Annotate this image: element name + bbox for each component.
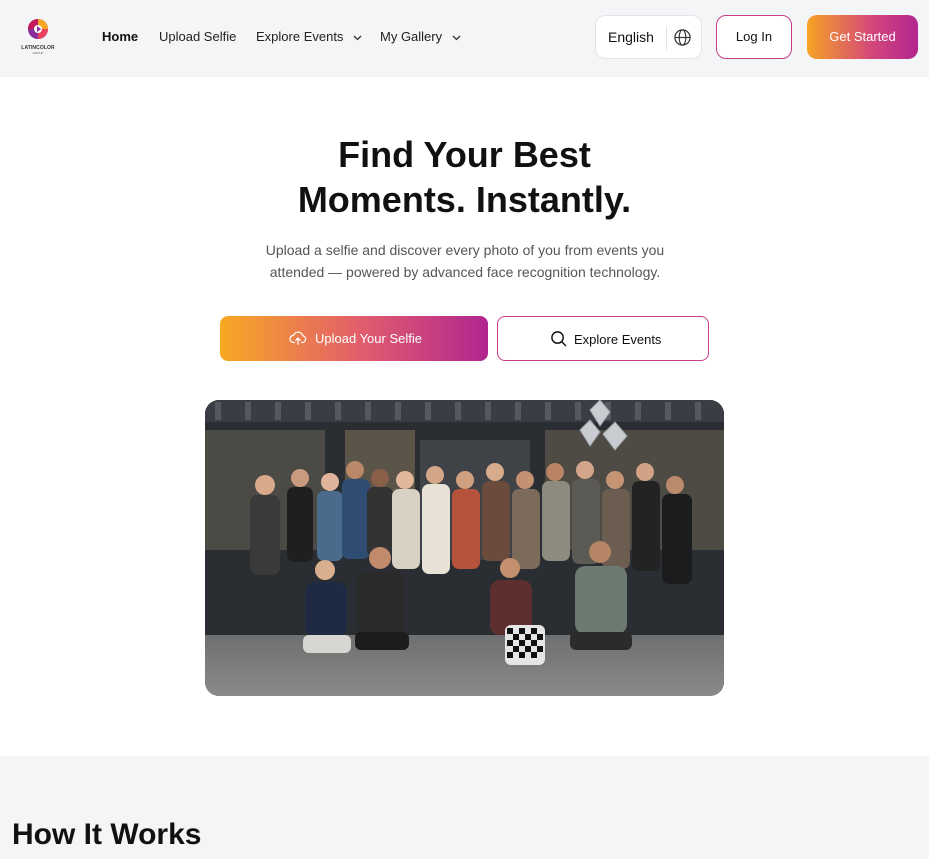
nav-my-gallery-label: My Gallery	[380, 29, 443, 44]
hero-title-line1: Find Your Best	[338, 134, 591, 175]
logo-mark-icon	[28, 19, 48, 39]
how-it-works-title: How It Works	[12, 818, 202, 851]
chevron-down-icon	[353, 35, 362, 40]
language-selector[interactable]: English	[595, 15, 702, 59]
nav-explore-events[interactable]: Explore Events	[256, 29, 362, 44]
top-navbar: LATINCOLOR GROUP Home Upload Selfie Expl…	[0, 0, 929, 77]
nav-upload-selfie[interactable]: Upload Selfie	[159, 29, 236, 44]
nav-my-gallery[interactable]: My Gallery	[380, 29, 461, 44]
globe-icon	[674, 29, 691, 46]
chevron-down-icon	[452, 35, 461, 40]
hero-title-line2: Moments. Instantly.	[297, 179, 632, 220]
get-started-button[interactable]: Get Started	[807, 15, 918, 59]
hero-subtitle: Upload a selfie and discover every photo…	[265, 242, 665, 280]
nav-upload-selfie-label: Upload Selfie	[159, 29, 237, 44]
search-icon	[551, 331, 567, 347]
nav-home-label: Home	[102, 29, 139, 44]
cloud-upload-icon	[289, 331, 307, 345]
upload-selfie-button[interactable]: Upload Your Selfie	[220, 316, 488, 361]
login-button[interactable]: Log In	[716, 15, 792, 59]
brand-logo[interactable]: LATINCOLOR GROUP	[17, 17, 59, 55]
nav-home[interactable]: Home	[102, 29, 138, 44]
language-label: English	[608, 29, 654, 45]
hero-group-photo	[205, 400, 724, 696]
nav-explore-events-label: Explore Events	[256, 29, 344, 44]
how-it-works-section: How It Works	[0, 756, 929, 859]
explore-events-button[interactable]: Explore Events	[497, 316, 709, 361]
language-divider	[666, 26, 667, 50]
hero-title: Find Your Best Moments. Instantly.	[0, 132, 929, 222]
group-photo-image	[205, 400, 724, 696]
logo-subtext: GROUP	[32, 51, 44, 55]
upload-selfie-label: Upload Your Selfie	[315, 331, 422, 346]
explore-events-label: Explore Events	[574, 332, 662, 347]
